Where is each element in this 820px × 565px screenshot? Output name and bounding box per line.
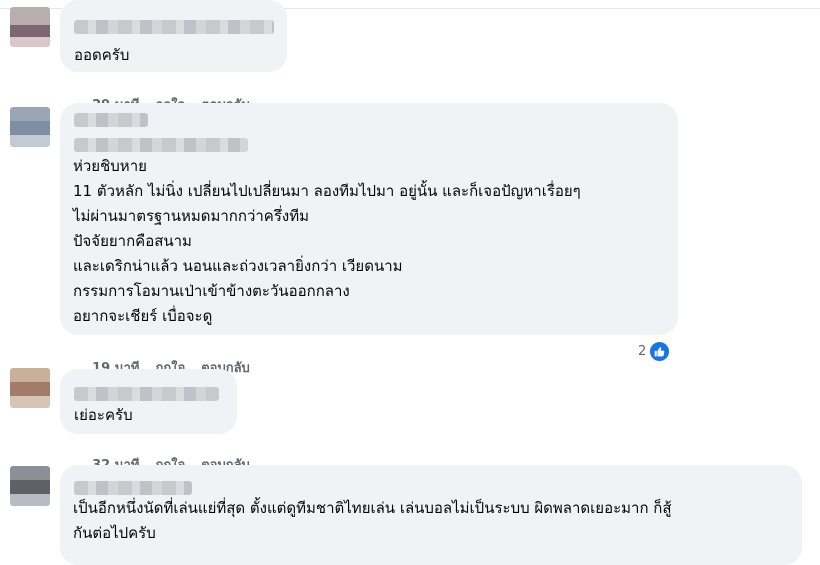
comment-line: อยากจะเชียร์ เบื่อจะดู xyxy=(73,307,213,325)
avatar[interactable] xyxy=(10,368,50,408)
author-name-blurred[interactable] xyxy=(74,481,192,495)
author-name-blurred[interactable] xyxy=(74,387,219,401)
comment-bubble: ห่วยชิบหาย 11 ตัวหลัก ไม่นิ่ง เปลี่ยนไปเ… xyxy=(60,103,678,335)
comment-text: เย่อะครับ xyxy=(74,406,133,424)
avatar[interactable] xyxy=(10,7,50,47)
comment-bubble: เย่อะครับ xyxy=(60,369,237,434)
comment-text: ออดครับ xyxy=(74,46,130,64)
comment-line: ไม่ผ่านมาตรฐานหมดมากกว่าครึ่งทีม xyxy=(73,207,309,225)
comment-line: ปัจจัยยากคือสนาม xyxy=(73,232,192,250)
comment-line: เป็นอีกหนึ่งนัดที่เล่นแย่ที่สุด ตั้งแต่ด… xyxy=(73,499,672,517)
comment-line: ห่วยชิบหาย xyxy=(73,157,147,175)
author-name-blurred[interactable] xyxy=(74,20,274,34)
comment-bubble: ออดครับ xyxy=(60,0,287,72)
comment-line: และเดริกน่าแล้ว นอนและถ่วงเวลายิ่งกว่า เ… xyxy=(73,257,403,275)
like-icon xyxy=(648,340,672,363)
comment-bubble: เป็นอีกหนึ่งนัดที่เล่นแย่ที่สุด ตั้งแต่ด… xyxy=(60,465,802,565)
avatar[interactable] xyxy=(10,466,50,506)
reaction-summary[interactable]: 2 xyxy=(638,340,672,363)
author-name-blurred[interactable] xyxy=(74,113,148,127)
comment-line: กันต่อไปครับ xyxy=(73,524,156,542)
comment-line: 11 ตัวหลัก ไม่นิ่ง เปลี่ยนไปเปลี่ยนมา ลอ… xyxy=(73,182,581,200)
author-name-blurred[interactable] xyxy=(74,138,248,152)
reaction-count: 2 xyxy=(638,344,647,359)
avatar[interactable] xyxy=(10,107,50,147)
comment-line: กรรมการโอมานเป่าเข้าข้างตะวันออกกลาง xyxy=(73,282,350,300)
